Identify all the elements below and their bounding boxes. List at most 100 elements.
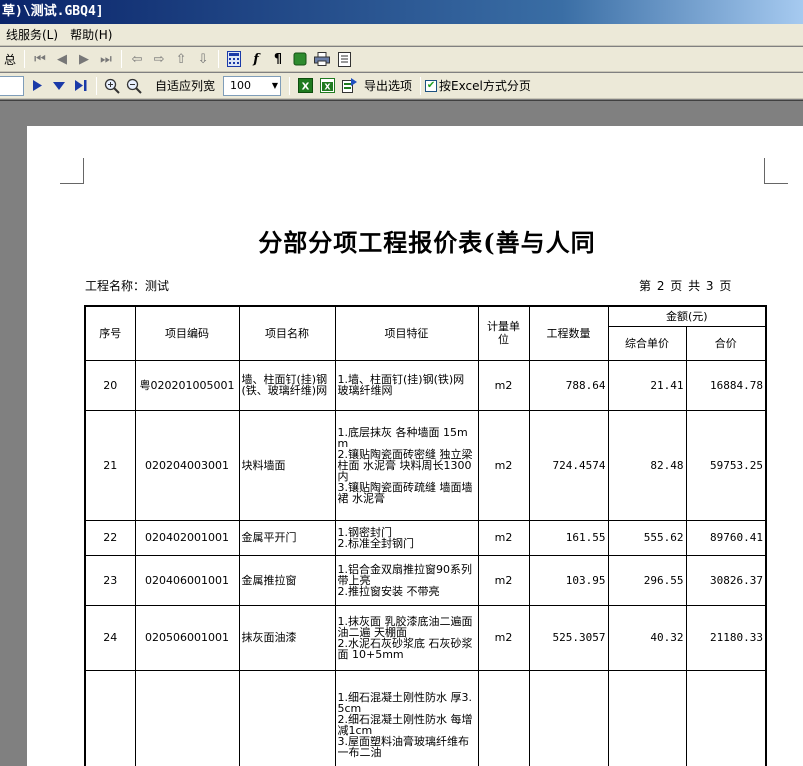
chevron-down-icon: ▼ [271,81,279,90]
cell-unit-price: 555.62 [607,519,687,556]
toolbar-separator [96,76,97,95]
table-row: 24 020506001001 抹灰面油漆 1.抹灰面 乳胶漆底油二遍面油二遍 天棚面… [84,604,767,671]
cell-unit-price [607,669,687,766]
cell-unit-price: 82.48 [607,409,687,521]
next-page-icon[interactable]: ▶ [73,48,95,70]
header-code: 项目编码 [134,305,240,361]
cell-seq: 23 [84,554,136,606]
table-row: 1.细石混凝土刚性防水 厚3.5cm 2.细石混凝土刚性防水 每增减1cm 3.… [84,669,767,766]
page-setup-icon[interactable] [333,48,355,70]
last-page-icon[interactable] [70,75,92,97]
cell-qty [528,669,609,766]
report-title: 分部分项工程报价表(善与人同 [258,228,596,257]
excel-export-icon[interactable]: X [294,75,316,97]
arrow-right-icon[interactable]: ⇨ [148,48,170,70]
menu-bar: 线服务(L) 帮助(H) [0,24,803,46]
arrow-up-icon[interactable]: ⇧ [170,48,192,70]
header-seq: 序号 [84,305,136,361]
header-feature: 项目特征 [334,305,479,361]
cube-icon[interactable] [289,48,311,70]
table-row: 23 020406001001 金属推拉窗 1.铝合金双扇推拉窗90系列 带上亮 2.… [84,554,767,606]
header-amount: 金额(元) [607,305,767,327]
margin-marker [60,158,84,184]
cell-unit-price: 21.41 [607,359,687,411]
header-name: 项目名称 [238,305,336,361]
page-number-field[interactable] [0,75,24,96]
toolbar-separator [289,76,291,95]
page-info: 第 2 页 共 3 页 [639,279,733,293]
cell-name: 金属推拉窗 [238,554,336,606]
arrow-left-icon[interactable]: ⇦ [126,48,148,70]
cell-unit: m2 [477,409,530,521]
project-name: 工程名称：测试 [85,279,170,293]
cell-code: 020402001001 [134,519,240,556]
print-icon[interactable] [311,48,333,70]
toolbar-separator [121,50,123,68]
cell-total: 30826.37 [685,554,767,606]
print-preview-area[interactable]: 分部分项工程报价表(善与人同 工程名称：测试 第 2 页 共 3 页 序号 项目… [0,100,803,766]
paragraph-icon[interactable]: ¶ [267,48,289,70]
export-options-button[interactable]: 导出选项 [360,77,416,94]
header-unit: 计量单位 [477,305,530,361]
dropdown-down-icon[interactable] [48,75,70,97]
cell-code: 020506001001 [134,604,240,671]
calculator-icon[interactable] [223,48,245,70]
cell-unit: m2 [477,554,530,606]
cell-unit [477,669,530,766]
formula-icon[interactable]: f [245,48,267,70]
window-title: 草)\测试.GBQ4] [2,4,104,19]
margin-marker [764,158,788,184]
cell-feature: 1.钢密封门 2.标准全封钢门 [334,519,479,556]
svg-text:X: X [324,83,331,92]
cell-unit-price: 40.32 [607,604,687,671]
play-next-icon[interactable] [26,75,48,97]
cell-seq: 24 [84,604,136,671]
zoom-value: 100 [230,79,252,92]
cell-feature: 1.细石混凝土刚性防水 厚3.5cm 2.细石混凝土刚性防水 每增减1cm 3.… [334,669,479,766]
zoom-in-icon[interactable] [101,75,123,97]
cell-feature: 1.铝合金双扇推拉窗90系列 带上亮 2.推拉窗安装 不带亮 [334,554,479,606]
cell-total: 16884.78 [685,359,767,411]
cell-name: 金属平开门 [238,519,336,556]
first-page-icon[interactable]: ⏮ [29,48,51,70]
zoom-out-icon[interactable] [123,75,145,97]
cell-unit: m2 [477,359,530,411]
toolbar-view: 自适应列宽 100 ▼ X X 导出选项 ✔ 按Excel方式分页 [0,73,803,99]
arrow-down-icon[interactable]: ⇩ [192,48,214,70]
cell-qty: 103.95 [528,554,609,606]
cell-total [685,669,767,766]
cell-seq: 22 [84,519,136,556]
cell-code: 020406001001 [134,554,240,606]
excel-sheet-icon[interactable]: X [316,75,338,97]
menu-help[interactable]: 帮助(H) [64,24,118,46]
cell-total: 21180.33 [685,604,767,671]
cell-seq: 20 [84,359,136,411]
cell-total: 89760.41 [685,519,767,556]
toolbar-navigation: 总 ⏮ ◀ ▶ ⏭ ⇦ ⇨ ⇧ ⇩ f ¶ [0,47,803,72]
last-page-icon[interactable]: ⏭ [95,48,117,70]
svg-text:X: X [301,82,309,93]
cell-qty: 525.3057 [528,604,609,671]
cell-code: 粤020201005001 [134,359,240,411]
zoom-select[interactable]: 100 ▼ [223,75,282,96]
toolbar-separator [24,50,26,68]
header-qty: 工程数量 [528,305,609,361]
header-total: 合价 [685,325,767,361]
cell-seq: 21 [84,409,136,521]
excel-paging-label[interactable]: 按Excel方式分页 [439,77,535,94]
excel-paging-checkbox[interactable]: ✔ [425,79,438,92]
cell-qty: 161.55 [528,519,609,556]
quotation-table: 序号 项目编码 项目名称 项目特征 计量单位 工程数量 金额(元) 综合单价 合… [84,305,767,766]
cell-name: 块料墙面 [238,409,336,521]
summary-label[interactable]: 总 [0,51,20,68]
fit-width-button[interactable]: 自适应列宽 [151,77,219,94]
menu-online-service[interactable]: 线服务(L) [0,24,64,46]
cell-total: 59753.25 [685,409,767,521]
cell-unit: m2 [477,519,530,556]
prev-page-icon[interactable]: ◀ [51,48,73,70]
table-row: 21 020204003001 块料墙面 1.底层抹灰 各种墙面 15mm 2.镶贴陶… [84,409,767,521]
cell-feature: 1.底层抹灰 各种墙面 15mm 2.镶贴陶瓷面砖密缝 独立梁柱面 水泥膏 块料… [334,409,479,521]
export-options-icon[interactable] [338,75,360,97]
cell-unit-price: 296.55 [607,554,687,606]
toolbar-separator [420,76,422,95]
